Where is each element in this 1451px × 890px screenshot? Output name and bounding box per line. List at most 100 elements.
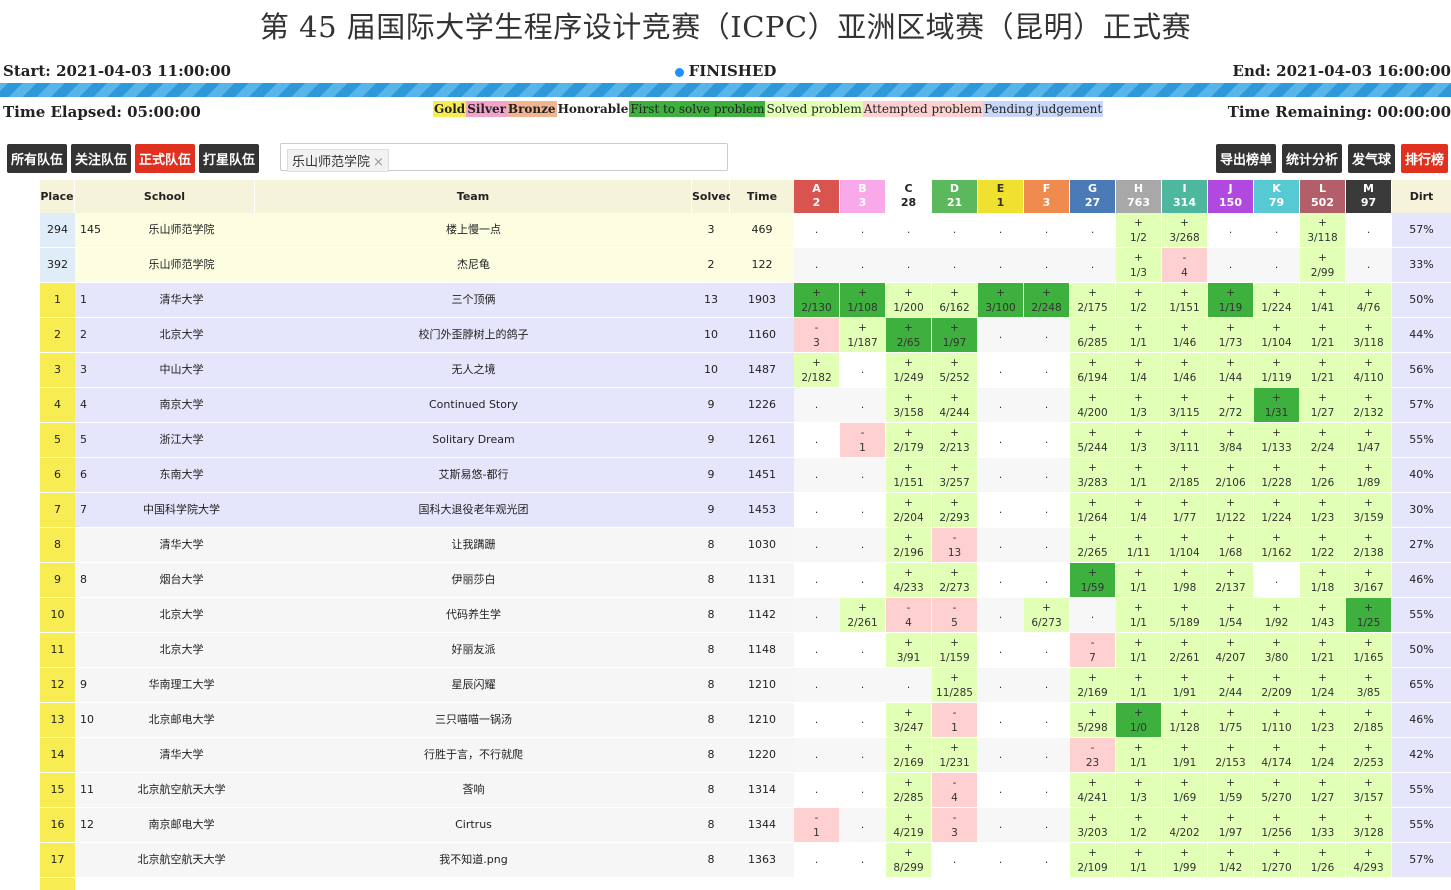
problem-cell-i[interactable]: +1/98	[1162, 563, 1207, 597]
problem-cell-l[interactable]: +2/99	[1300, 248, 1345, 282]
problem-cell-i[interactable]: +5/189	[1162, 598, 1207, 632]
problem-cell-j[interactable]: .	[1208, 213, 1253, 247]
problem-cell-m[interactable]: +3/159	[1346, 493, 1391, 527]
problem-cell-h[interactable]: +1/2	[1116, 283, 1161, 317]
problem-cell-h[interactable]: +1/3	[1116, 773, 1161, 807]
problem-cell-i[interactable]: +1/91	[1162, 738, 1207, 772]
problem-cell-k[interactable]: +1/110	[1254, 703, 1299, 737]
problem-cell-e[interactable]: .	[978, 738, 1023, 772]
problem-cell-i[interactable]: +1/104	[1162, 528, 1207, 562]
problem-cell-h[interactable]: +1/1	[1116, 668, 1161, 702]
problem-header-m[interactable]: M 97	[1346, 180, 1391, 213]
problem-cell-k[interactable]: +1/270	[1254, 843, 1299, 877]
problem-cell-j[interactable]: +2/44	[1208, 668, 1253, 702]
problem-cell-h[interactable]: +1/1	[1116, 633, 1161, 667]
problem-cell-i[interactable]: +1/69	[1162, 773, 1207, 807]
problem-cell-b[interactable]: .	[840, 493, 885, 527]
problem-cell-k[interactable]: +1/119	[1254, 353, 1299, 387]
problem-cell-l[interactable]: +1/21	[1300, 318, 1345, 352]
problem-cell-a[interactable]: .	[794, 843, 839, 877]
problem-cell-g[interactable]: -7	[1070, 633, 1115, 667]
problem-cell-l[interactable]: +1/23	[1300, 493, 1345, 527]
problem-header-e[interactable]: E1	[978, 180, 1023, 213]
problem-cell-i[interactable]: -4	[1162, 248, 1207, 282]
problem-cell-h[interactable]: +1/3	[1116, 248, 1161, 282]
problem-header-f[interactable]: F3	[1024, 180, 1069, 213]
problem-cell-d[interactable]: -5	[932, 598, 977, 632]
problem-cell-g[interactable]: +2/169	[1070, 668, 1115, 702]
problem-cell-h[interactable]: +1/1	[1116, 738, 1161, 772]
problem-cell-e[interactable]: .	[978, 528, 1023, 562]
problem-cell-k[interactable]: +1/162	[1254, 528, 1299, 562]
problem-cell-h[interactable]: +1/4	[1116, 493, 1161, 527]
problem-header-g[interactable]: G 27	[1070, 180, 1115, 213]
problem-cell-f[interactable]: .	[1024, 563, 1069, 597]
problem-cell-g[interactable]: +5/298	[1070, 703, 1115, 737]
problem-cell-k[interactable]: .	[1254, 563, 1299, 597]
problem-cell-m[interactable]: +1/165	[1346, 633, 1391, 667]
problem-cell-i[interactable]: +1/46	[1162, 318, 1207, 352]
problem-cell-f[interactable]: .	[1024, 493, 1069, 527]
problem-cell-d[interactable]: - 13	[932, 528, 977, 562]
problem-cell-a[interactable]: .	[794, 458, 839, 492]
buttons_left-button[interactable]: 正式队伍	[135, 144, 196, 173]
problem-cell-g[interactable]: .	[1070, 248, 1115, 282]
problem-cell-c[interactable]: +1/200	[886, 283, 931, 317]
problem-cell-c[interactable]: -4	[886, 598, 931, 632]
problem-cell-e[interactable]: .	[978, 773, 1023, 807]
problem-cell-b[interactable]: .	[840, 633, 885, 667]
problem-cell-a[interactable]: .	[794, 668, 839, 702]
problem-cell-f[interactable]: .	[1024, 353, 1069, 387]
problem-cell-k[interactable]: +1/228	[1254, 458, 1299, 492]
problem-cell-d[interactable]: .	[932, 213, 977, 247]
problem-cell-a[interactable]: +2/130	[794, 283, 839, 317]
problem-cell-i[interactable]: +2/185	[1162, 458, 1207, 492]
problem-cell-e[interactable]: .	[978, 318, 1023, 352]
problem-cell-m[interactable]: +1/25	[1346, 598, 1391, 632]
problem-cell-g[interactable]: +1/264	[1070, 493, 1115, 527]
problem-cell-h[interactable]: +1/0	[1116, 703, 1161, 737]
problem-cell-m[interactable]: +4/293	[1346, 843, 1391, 877]
problem-cell-i[interactable]: +1/99	[1162, 843, 1207, 877]
problem-header-h[interactable]: H 763	[1116, 180, 1161, 213]
problem-cell-b[interactable]: .	[840, 528, 885, 562]
problem-cell-j[interactable]: +1/122	[1208, 493, 1253, 527]
problem-cell-k[interactable]: +4/174	[1254, 738, 1299, 772]
problem-cell-c[interactable]: +2/204	[886, 493, 931, 527]
problem-cell-h[interactable]: +1/1	[1116, 598, 1161, 632]
problem-cell-h[interactable]: +1/1	[1116, 458, 1161, 492]
problem-cell-c[interactable]: +4/233	[886, 563, 931, 597]
problem-cell-e[interactable]: .	[978, 458, 1023, 492]
problem-cell-b[interactable]: -1	[840, 423, 885, 457]
problem-cell-c[interactable]: .	[886, 248, 931, 282]
problem-cell-l[interactable]: +1/24	[1300, 738, 1345, 772]
buttons_right-button[interactable]: 发气球	[1348, 144, 1396, 173]
problem-cell-e[interactable]: .	[978, 703, 1023, 737]
problem-cell-i[interactable]: +1/46	[1162, 353, 1207, 387]
problem-cell-m[interactable]: +2/132	[1346, 388, 1391, 422]
problem-cell-f[interactable]: .	[1024, 668, 1069, 702]
problem-cell-j[interactable]: .	[1208, 248, 1253, 282]
problem-cell-i[interactable]: +2/261	[1162, 633, 1207, 667]
problem-cell-l[interactable]: +1/26	[1300, 458, 1345, 492]
problem-cell-m[interactable]: +2/138	[1346, 528, 1391, 562]
problem-cell-l[interactable]: +1/21	[1300, 353, 1345, 387]
problem-cell-e[interactable]: .	[978, 423, 1023, 457]
problem-header-c[interactable]: C 28	[886, 180, 931, 213]
problem-cell-i[interactable]: +3/115	[1162, 388, 1207, 422]
problem-cell-e[interactable]: .	[978, 213, 1023, 247]
problem-cell-a[interactable]: .	[794, 738, 839, 772]
problem-cell-a[interactable]: .	[794, 598, 839, 632]
problem-cell-k[interactable]: +3/80	[1254, 633, 1299, 667]
problem-cell-g[interactable]: +5/244	[1070, 423, 1115, 457]
problem-cell-f[interactable]: .	[1024, 808, 1069, 842]
problem-cell-d[interactable]: +5/252	[932, 353, 977, 387]
problem-cell-m[interactable]: +2/185	[1346, 703, 1391, 737]
problem-cell-d[interactable]: +1/159	[932, 633, 977, 667]
problem-cell-c[interactable]: +2/179	[886, 423, 931, 457]
problem-cell-i[interactable]: +1/151	[1162, 283, 1207, 317]
problem-cell-c[interactable]: .	[886, 213, 931, 247]
problem-cell-m[interactable]: +1/89	[1346, 458, 1391, 492]
problem-header-l[interactable]: L 502	[1300, 180, 1345, 213]
problem-cell-l[interactable]: +1/24	[1300, 668, 1345, 702]
